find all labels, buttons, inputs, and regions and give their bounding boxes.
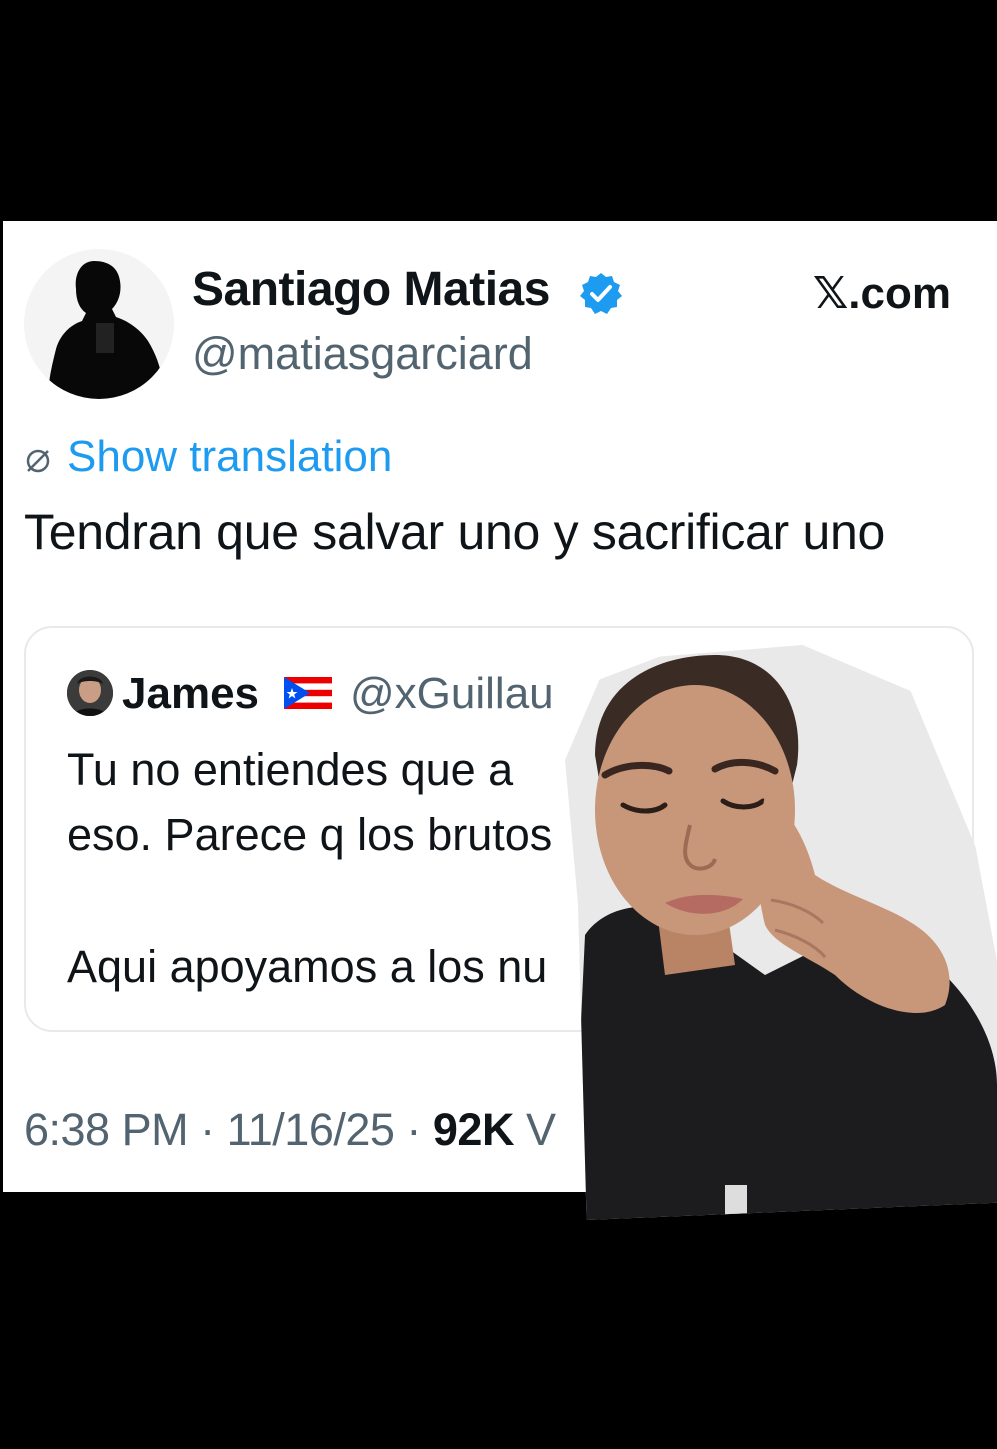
author-handle[interactable]: @matiasgarciard bbox=[192, 328, 533, 380]
tweet-meta: 6:38 PM · 11/16/25 · 92K V bbox=[24, 1104, 556, 1156]
puerto-rico-flag-icon bbox=[284, 677, 332, 709]
tweet-text: Tendran que salvar uno y sacrificar uno bbox=[24, 504, 886, 560]
avatar-silhouette-icon bbox=[24, 249, 174, 399]
quoted-author-handle[interactable]: @xGuillau bbox=[350, 669, 554, 719]
quoted-text-line-3: Aqui apoyamos a los nu bbox=[67, 941, 548, 992]
translate-icon bbox=[26, 449, 50, 473]
author-avatar[interactable] bbox=[24, 249, 174, 399]
quoted-author-name[interactable]: James bbox=[122, 669, 259, 719]
show-translation-link[interactable]: Show translation bbox=[67, 432, 392, 482]
quoted-text-line-1: Tu no entiendes que a bbox=[67, 744, 514, 795]
site-logo: 𝕏.com bbox=[812, 269, 951, 318]
tweet-timestamp[interactable]: 6:38 PM · 11/16/25 · bbox=[24, 1104, 433, 1155]
quoted-author-avatar[interactable] bbox=[67, 670, 113, 716]
views-label: V bbox=[513, 1104, 556, 1155]
quoted-text-line-2: eso. Parece q los brutos bbox=[67, 809, 553, 860]
view-count: 92K bbox=[432, 1104, 515, 1155]
verified-badge-icon bbox=[580, 273, 622, 314]
author-display-name[interactable]: Santiago Matias bbox=[192, 262, 550, 317]
quoted-avatar-icon bbox=[67, 670, 113, 716]
